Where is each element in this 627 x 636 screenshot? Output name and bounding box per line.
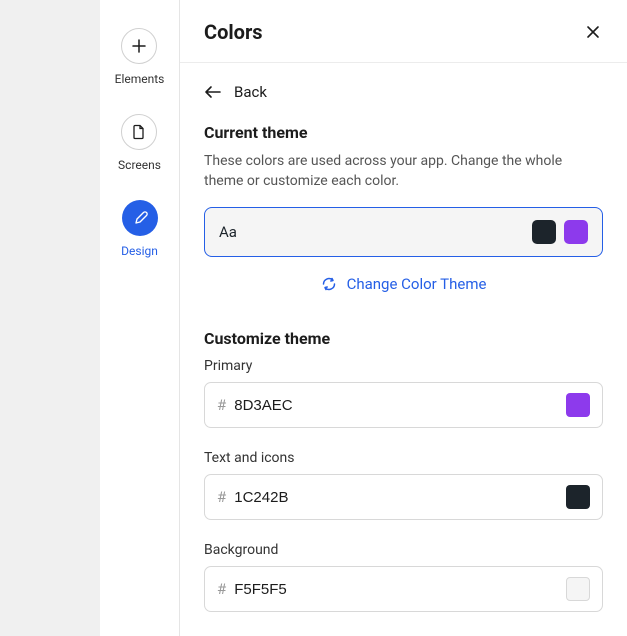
panel-body: Back Current theme These colors are used… — [180, 63, 627, 636]
color-swatch-background[interactable] — [566, 577, 590, 601]
field-label-primary: Primary — [204, 358, 603, 374]
theme-swatches — [532, 220, 588, 244]
swatch-primary — [564, 220, 588, 244]
color-swatch-primary[interactable] — [566, 393, 590, 417]
panel-header: Colors — [180, 0, 627, 63]
sidebar-item-label: Elements — [115, 72, 165, 86]
color-input-background[interactable]: # — [204, 566, 603, 612]
current-theme-heading: Current theme — [204, 123, 603, 142]
refresh-icon — [321, 276, 337, 292]
hash-symbol: # — [217, 488, 226, 506]
sidebar: Elements Screens Design — [100, 0, 180, 636]
document-icon — [121, 114, 157, 150]
swatch-text — [532, 220, 556, 244]
hash-symbol: # — [217, 580, 226, 598]
sidebar-item-screens[interactable]: Screens — [118, 114, 161, 172]
field-label-text: Text and icons — [204, 450, 603, 466]
current-theme-description: These colors are used across your app. C… — [204, 152, 603, 191]
color-value-primary[interactable] — [234, 397, 566, 414]
color-input-text[interactable]: # — [204, 474, 603, 520]
panel: Colors Back Current theme These colors a… — [180, 0, 627, 636]
color-swatch-text[interactable] — [566, 485, 590, 509]
back-label: Back — [234, 83, 267, 101]
theme-preview[interactable]: Aa — [204, 207, 603, 257]
plus-icon — [121, 28, 157, 64]
color-value-text[interactable] — [234, 489, 566, 506]
close-icon — [585, 24, 601, 40]
back-button[interactable]: Back — [204, 83, 603, 101]
sidebar-item-design[interactable]: Design — [121, 200, 158, 258]
left-gutter — [0, 0, 100, 636]
close-button[interactable] — [583, 22, 603, 42]
hash-symbol: # — [217, 396, 226, 414]
customize-heading: Customize theme — [204, 329, 603, 348]
brush-icon — [122, 200, 158, 236]
sidebar-item-label: Design — [121, 244, 158, 258]
sidebar-item-elements[interactable]: Elements — [115, 28, 165, 86]
theme-preview-text: Aa — [219, 223, 237, 241]
color-input-primary[interactable]: # — [204, 382, 603, 428]
arrow-left-icon — [204, 85, 222, 99]
change-theme-button[interactable]: Change Color Theme — [204, 275, 603, 293]
field-label-background: Background — [204, 542, 603, 558]
color-value-background[interactable] — [234, 581, 566, 598]
panel-title: Colors — [204, 20, 263, 44]
change-theme-label: Change Color Theme — [347, 275, 487, 293]
sidebar-item-label: Screens — [118, 158, 161, 172]
